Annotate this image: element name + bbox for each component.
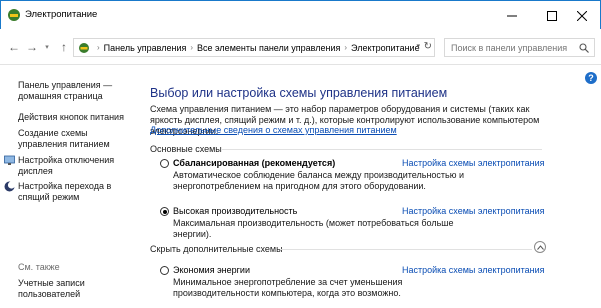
group-divider [280, 249, 532, 250]
main-content: Выбор или настройка схемы управления пит… [150, 66, 590, 308]
arrow-right-icon: → [26, 40, 38, 54]
plan-radio[interactable] [160, 266, 169, 275]
maximize-icon [547, 10, 557, 21]
sidebar-item-sleep[interactable]: Настройка перехода в спящий режим [4, 181, 128, 203]
breadcrumb-control-panel[interactable]: Панель управления [104, 43, 187, 53]
breadcrumb-power-options[interactable]: Электропитание [351, 43, 420, 53]
close-icon [577, 10, 587, 21]
page-title: Выбор или настройка схемы управления пит… [150, 86, 448, 100]
sidebar-item-label: Настройка отключения дисплея [18, 155, 115, 176]
search-icon [579, 43, 589, 53]
breadcrumb-all-items[interactable]: Все элементы панели управления [197, 43, 340, 53]
group-divider [222, 149, 542, 150]
refresh-icon[interactable]: ↻ [424, 41, 432, 52]
power-options-icon [8, 9, 20, 21]
plan-settings-link[interactable]: Настройка схемы электропитания [402, 206, 545, 216]
up-button[interactable]: ↑ [56, 39, 72, 55]
arrow-up-icon: ↑ [61, 40, 67, 54]
hidden-plans-toggle[interactable]: Скрыть дополнительные схемы [150, 244, 283, 254]
plan-name[interactable]: Высокая производительность [173, 206, 297, 216]
window-title: Электропитание [25, 9, 98, 20]
plan-settings-link[interactable]: Настройка схемы электропитания [402, 265, 545, 275]
plan-description: Автоматическое соблюдение баланса между … [173, 170, 465, 191]
moon-icon [4, 181, 15, 192]
plan-description: Минимальное энергопотребление за счет ум… [173, 277, 403, 298]
navigation-bar: ← → ▾ ↑ › Панель управления › Все элемен… [0, 29, 601, 65]
recent-locations-button[interactable]: ▾ [42, 39, 52, 55]
search-box[interactable] [444, 38, 595, 57]
minimize-icon [507, 15, 517, 16]
address-field[interactable]: › Панель управления › Все элементы панел… [73, 38, 435, 57]
plan-name[interactable]: Сбалансированная (рекомендуется) [173, 158, 335, 168]
preferred-plans-heading: Основные схемы [150, 144, 222, 154]
chevron-right-icon: › [190, 43, 194, 52]
see-also-heading: См. также [18, 262, 60, 272]
sidebar-home-link[interactable]: Панель управления — домашняя страница [18, 80, 128, 102]
sidebar-item-create-plan[interactable]: Создание схемы управления питанием [18, 128, 133, 150]
plan-settings-link[interactable]: Настройка схемы электропитания [402, 158, 545, 168]
search-input[interactable] [451, 42, 576, 53]
sidebar-item-display-off[interactable]: Настройка отключения дисплея [4, 155, 128, 177]
close-button[interactable] [562, 1, 601, 30]
chevron-down-icon: ▾ [45, 44, 49, 51]
chevron-right-icon: › [344, 43, 348, 52]
sidebar-item-label: Настройка перехода в спящий режим [18, 181, 112, 202]
plan-high-performance: Высокая производительность Максимальная … [160, 206, 545, 239]
forward-button[interactable]: → [24, 39, 40, 55]
sidebar: Панель управления — домашняя страница Де… [0, 66, 140, 308]
plan-name[interactable]: Экономия энергии [173, 265, 250, 275]
arrow-left-icon: ← [8, 40, 20, 54]
plan-power-saver: Экономия энергии Минимальное энергопотре… [160, 265, 545, 299]
plan-radio[interactable] [160, 159, 169, 168]
monitor-icon [4, 155, 15, 165]
back-button[interactable]: ← [6, 39, 22, 55]
sidebar-item-power-buttons[interactable]: Действия кнопок питания [18, 112, 128, 123]
chevron-right-icon: › [97, 43, 100, 52]
plan-balanced: Сбалансированная (рекомендуется) Автомат… [160, 158, 545, 192]
chevron-down-icon[interactable]: ▾ [416, 42, 420, 50]
plan-radio[interactable] [160, 207, 169, 216]
plan-description: Максимальная производительность (может п… [173, 218, 454, 239]
sidebar-item-user-accounts[interactable]: Учетные записи пользователей [18, 278, 118, 300]
collapse-button[interactable] [534, 241, 546, 253]
control-panel-icon [79, 42, 89, 53]
title-bar: Электропитание [0, 0, 601, 29]
chevron-up-icon [536, 244, 544, 250]
minimize-button[interactable] [492, 1, 532, 30]
more-info-link[interactable]: Дополнительные сведения о схемах управле… [150, 125, 397, 135]
